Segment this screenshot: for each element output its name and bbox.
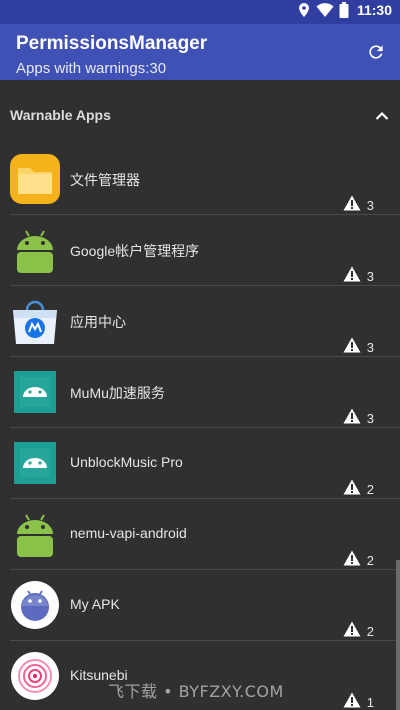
app-name: 文件管理器 <box>70 172 140 188</box>
wifi-icon <box>316 3 334 17</box>
warning-count: 3 <box>343 334 374 355</box>
warning-icon <box>343 337 361 352</box>
status-time: 11:30 <box>356 2 392 18</box>
warning-count-value: 3 <box>366 269 374 284</box>
app-row[interactable]: UnblockMusic Pro 2 <box>0 428 400 499</box>
refresh-icon <box>369 45 383 59</box>
battery-icon <box>339 2 349 18</box>
watermark: 飞下载 • BYFZXY.COM <box>108 682 284 701</box>
section-title: Warnable Apps <box>10 107 111 123</box>
warning-count: 3 <box>343 263 374 284</box>
warning-count-value: 3 <box>366 340 374 355</box>
app-row[interactable]: MuMu加速服务 3 <box>0 357 400 428</box>
app-center-icon <box>13 300 57 344</box>
teal-android-icon <box>14 371 56 413</box>
scrollbar[interactable] <box>396 560 400 710</box>
folder-app-icon <box>10 154 60 204</box>
warning-count-value: 3 <box>366 198 374 213</box>
warning-icon <box>343 408 361 423</box>
warning-icon <box>343 266 361 281</box>
app-name: My APK <box>70 596 120 612</box>
warning-count-value: 3 <box>366 411 374 426</box>
app-name: 应用中心 <box>70 314 126 330</box>
warning-count-value: 2 <box>366 624 374 639</box>
refresh-button[interactable] <box>362 38 390 66</box>
chevron-up-icon <box>375 111 389 120</box>
android-app-icon <box>17 230 53 273</box>
warning-icon <box>343 621 361 636</box>
section-header[interactable]: Warnable Apps <box>0 80 400 146</box>
app-subtitle: Apps with warnings:30 <box>16 60 167 77</box>
app-list: 文件管理器 3 Google帐户管理程序 3 应用中心 3 MuMu加速服务 3… <box>0 144 400 710</box>
app-name: nemu-vapi-android <box>70 525 187 541</box>
app-name: MuMu加速服务 <box>70 385 165 401</box>
warning-count: 3 <box>343 192 374 213</box>
app-row[interactable]: 应用中心 3 <box>0 286 400 357</box>
android-app-icon <box>17 514 53 557</box>
app-row[interactable]: Google帐户管理程序 3 <box>0 215 400 286</box>
warning-count: 2 <box>343 618 374 639</box>
round-android-icon <box>11 581 59 629</box>
warning-icon <box>343 195 361 210</box>
app-row[interactable]: My APK 2 <box>0 570 400 641</box>
warning-count-value: 1 <box>366 695 374 710</box>
warning-icon <box>343 692 361 707</box>
kitsunebi-icon <box>11 652 59 700</box>
app-row[interactable]: nemu-vapi-android 2 <box>0 499 400 570</box>
collapse-button[interactable] <box>372 106 392 126</box>
app-name: Google帐户管理程序 <box>70 243 200 259</box>
warning-count: 3 <box>343 405 374 426</box>
warning-count: 2 <box>343 547 374 568</box>
warning-icon <box>343 550 361 565</box>
warning-count-value: 2 <box>366 482 374 497</box>
warning-count: 1 <box>343 689 374 710</box>
teal-android-icon <box>14 442 56 484</box>
location-icon <box>298 3 309 17</box>
app-row[interactable]: 文件管理器 3 <box>0 144 400 215</box>
app-name: UnblockMusic Pro <box>70 454 183 470</box>
app-bar: PermissionsManager Apps with warnings:30 <box>0 24 400 80</box>
status-icons: 11:30 <box>297 2 392 18</box>
warning-count-value: 2 <box>366 553 374 568</box>
app-title: PermissionsManager <box>16 33 208 54</box>
warning-count: 2 <box>343 476 374 497</box>
status-bar: 11:30 <box>0 0 400 24</box>
warning-icon <box>343 479 361 494</box>
